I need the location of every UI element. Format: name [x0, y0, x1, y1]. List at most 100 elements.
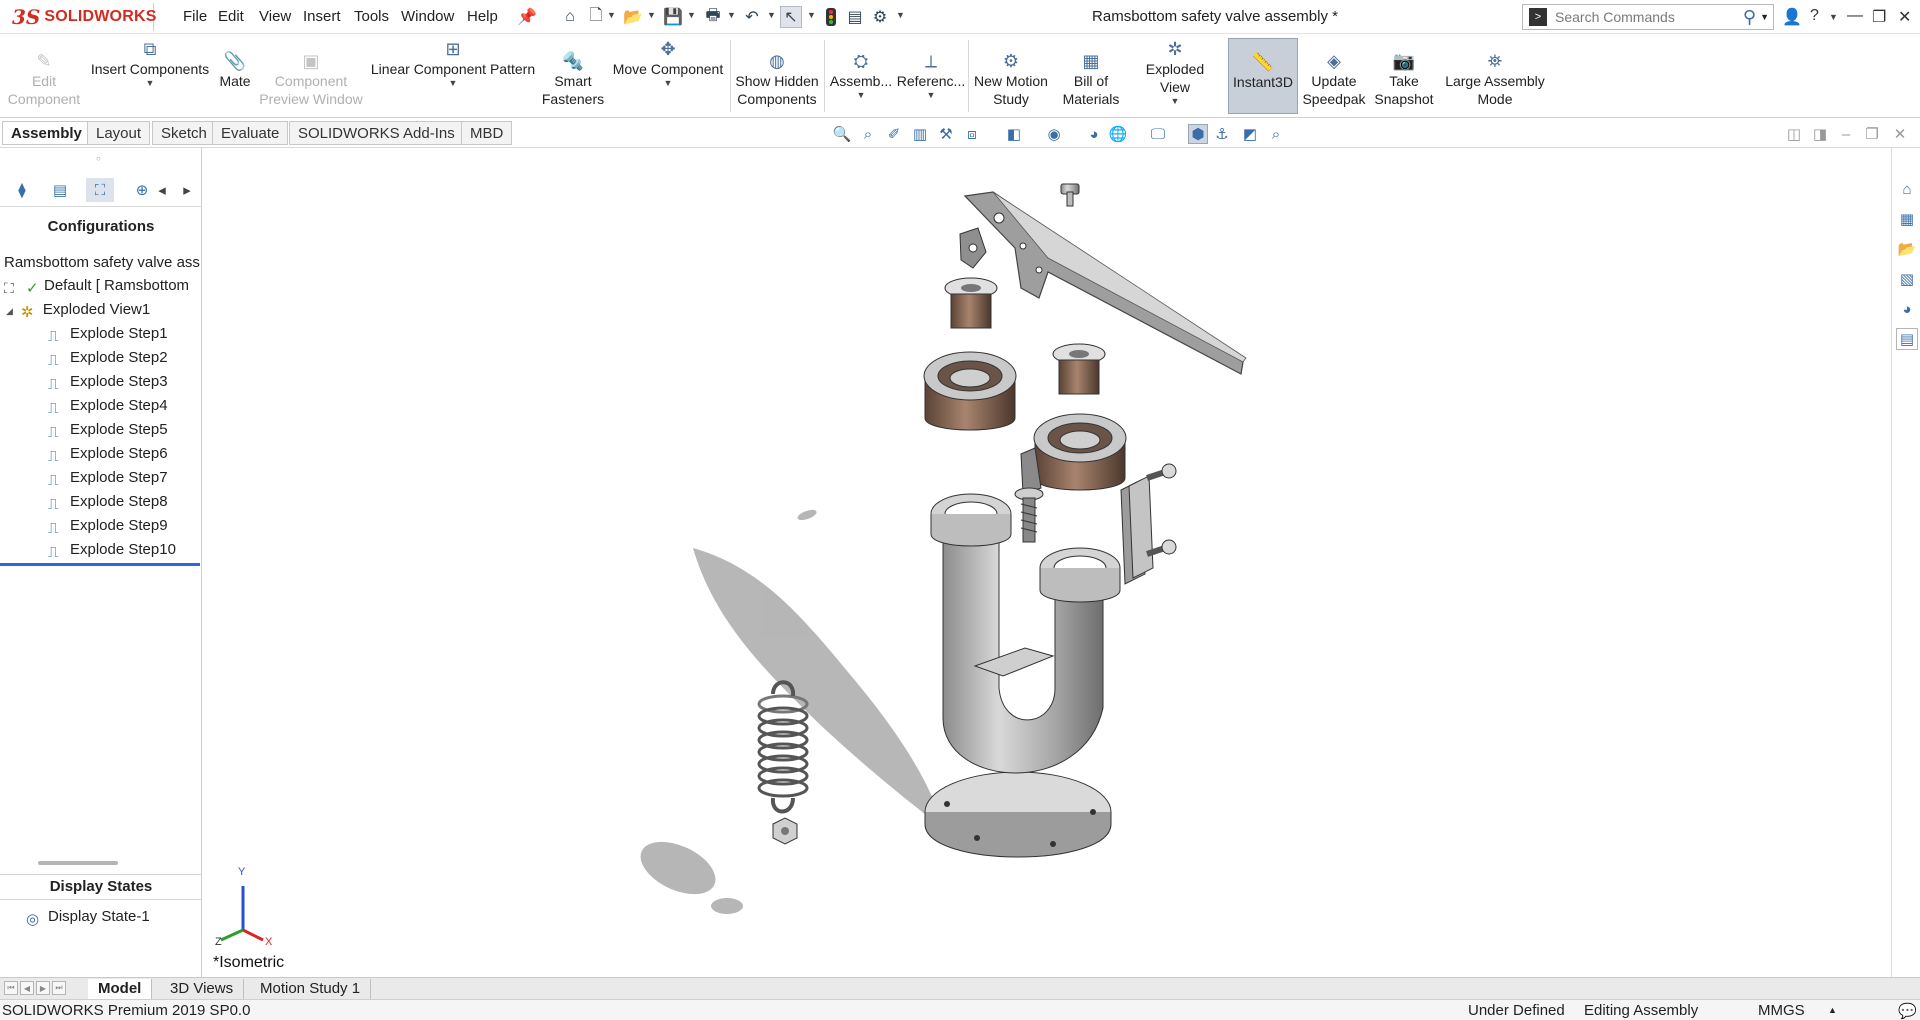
configuration-manager-tab-icon[interactable]: ⛶	[86, 178, 114, 202]
save-icon[interactable]: 💾	[662, 6, 684, 28]
insert-components-dropdown-icon[interactable]: ▼	[146, 78, 155, 88]
tab-layout[interactable]: Layout	[87, 121, 151, 145]
restore-window-icon[interactable]: ❐	[1872, 7, 1886, 27]
fulcrum-bracket[interactable]	[959, 227, 987, 269]
exploded-view-dropdown-icon[interactable]: ▼	[1171, 96, 1180, 106]
view-settings-icon[interactable]: 🖵	[1148, 124, 1168, 144]
valve-bushing-left[interactable]	[944, 277, 998, 329]
panel-horizontal-scrollbar[interactable]	[38, 861, 118, 865]
units-dropdown-icon[interactable]: ▲	[1828, 1005, 1837, 1015]
new-motion-study-button[interactable]: ⚙ New Motion Study	[972, 34, 1050, 118]
tab-sketch[interactable]: Sketch	[152, 121, 216, 145]
save-dropdown-icon[interactable]: ▼	[687, 10, 696, 20]
menu-file[interactable]: File	[183, 8, 207, 25]
shadows-icon[interactable]: ⚓	[1212, 124, 1232, 144]
linear-pattern-dropdown-icon[interactable]: ▼	[449, 78, 458, 88]
open-folder-icon[interactable]: 📂	[622, 6, 644, 28]
next-tab-arrow-icon[interactable]: ▶	[36, 981, 50, 995]
move-component-button[interactable]: ✥ Move Component ▼	[608, 34, 728, 118]
insert-components-button[interactable]: ⧉ Insert Components ▼	[88, 34, 212, 118]
tree-item-exploded-view[interactable]: ◢ ✲ Exploded View1	[6, 301, 202, 319]
file-explorer-icon[interactable]: 📂	[1896, 238, 1918, 260]
link-bolt-top[interactable]	[1146, 463, 1177, 481]
undo-icon[interactable]: ↶	[741, 6, 763, 28]
tree-item-default-config[interactable]: ⛶ ✓ Default [ Ramsbottom	[4, 277, 200, 296]
menu-insert[interactable]: Insert	[303, 8, 341, 25]
exploded-assembly-model[interactable]	[203, 148, 1891, 977]
assembly-features-button[interactable]: ⛭ Assemb... ▼	[828, 34, 894, 118]
feature-manager-tab-icon[interactable]: ⧫	[8, 178, 36, 202]
viewport-restore-icon[interactable]: ❐	[1862, 124, 1882, 144]
appearances-scenes-icon[interactable]: ◕	[1896, 298, 1918, 320]
valve-body[interactable]	[924, 493, 1121, 858]
update-speedpak-button[interactable]: ◈ Update Speedpak	[1302, 34, 1366, 118]
solidworks-resources-home-icon[interactable]: ⌂	[1896, 178, 1918, 200]
dynamic-annotation-icon[interactable]: ⚒	[936, 124, 956, 144]
explode-step-item[interactable]: ⎍ Explode Step8	[48, 493, 168, 512]
explode-step-item[interactable]: ⎍ Explode Step7	[48, 469, 168, 488]
linear-component-pattern-button[interactable]: ⊞ Linear Component Pattern ▼	[368, 34, 538, 118]
help-icon[interactable]: ?	[1810, 7, 1819, 25]
panel-handle-icon[interactable]: ○	[96, 154, 101, 163]
collapse-arrow-icon[interactable]: ◢	[6, 306, 13, 316]
tab-mbd[interactable]: MBD	[461, 121, 513, 145]
search-icon[interactable]: ⚲	[1743, 7, 1756, 28]
explode-step-item[interactable]: ⎍ Explode Step6	[48, 445, 168, 464]
component-preview-window-button[interactable]: ▣ Component Preview Window	[258, 34, 364, 118]
edit-component-button[interactable]: ✎ Edit Component	[4, 34, 84, 118]
explode-step-item[interactable]: ⎍ Explode Step1	[48, 325, 168, 344]
explode-step-item[interactable]: ⎍ Explode Step3	[48, 373, 168, 392]
hex-nut[interactable]	[772, 817, 798, 845]
menu-help[interactable]: Help	[467, 8, 498, 25]
viewport-close-icon[interactable]: ✕	[1890, 124, 1910, 144]
previous-view-icon[interactable]: ✐	[884, 124, 904, 144]
perspective-icon[interactable]: ⌕	[1266, 124, 1286, 144]
assembly-features-dropdown-icon[interactable]: ▼	[857, 90, 866, 100]
new-document-icon[interactable]: 🗋	[585, 6, 607, 28]
new-dropdown-icon[interactable]: ▼	[607, 10, 616, 20]
bill-of-materials-button[interactable]: ▦ Bill of Materials	[1054, 34, 1128, 118]
take-snapshot-button[interactable]: 📷 Take Snapshot	[1372, 34, 1436, 118]
options-gear-icon[interactable]: ⚙	[869, 6, 891, 28]
viewport-minimize-icon[interactable]: –	[1836, 124, 1856, 144]
reference-geometry-button[interactable]: ⟂ Referenc... ▼	[896, 34, 966, 118]
tree-root-assembly[interactable]: Ramsbottom safety valve asse	[4, 254, 200, 271]
view-palette-icon[interactable]: ▧	[1896, 268, 1918, 290]
home-icon[interactable]: ⌂	[559, 6, 581, 28]
smart-fasteners-button[interactable]: 🔩 Smart Fasteners	[540, 34, 606, 118]
menu-view[interactable]: View	[259, 8, 291, 25]
large-assembly-mode-button[interactable]: ⛯ Large Assembly Mode	[1440, 34, 1550, 118]
first-tab-arrow-icon[interactable]: ⏮	[4, 981, 18, 995]
undo-dropdown-icon[interactable]: ▼	[767, 10, 776, 20]
help-dropdown-icon[interactable]: ▼	[1829, 12, 1838, 22]
zoom-to-fit-icon[interactable]: 🔍	[832, 124, 852, 144]
link-plates[interactable]	[1120, 475, 1154, 585]
graphics-area[interactable]: Y X Z *Isometric	[203, 148, 1891, 977]
viewport-tile-right-icon[interactable]: ◨	[1810, 124, 1830, 144]
explode-step-item[interactable]: ⎍ Explode Step5	[48, 421, 168, 440]
menu-window[interactable]: Window	[401, 8, 454, 25]
lever-pin[interactable]	[1060, 183, 1080, 207]
exploded-view-button[interactable]: ✲ Exploded View ▼	[1130, 34, 1220, 118]
pin-menu-icon[interactable]: 📌	[516, 6, 538, 28]
explode-step-item[interactable]: ⎍ Explode Step4	[48, 397, 168, 416]
prev-tab-arrow-icon[interactable]: ◀	[20, 981, 34, 995]
apply-scene-icon[interactable]: 🌐	[1108, 124, 1128, 144]
property-manager-tab-icon[interactable]: ▤	[46, 178, 74, 202]
section-view-icon[interactable]: ▥	[910, 124, 930, 144]
search-input[interactable]: Search Commands	[1555, 9, 1743, 25]
search-dropdown-icon[interactable]: ▼	[1760, 12, 1769, 22]
dimxpert-tab-icon[interactable]: ⊕	[128, 178, 156, 202]
close-window-icon[interactable]: ✕	[1898, 7, 1911, 27]
tab-model[interactable]: Model	[88, 979, 153, 999]
search-commands-field[interactable]: > Search Commands ⚲ ▼	[1522, 4, 1774, 30]
open-dropdown-icon[interactable]: ▼	[647, 10, 656, 20]
tab-3d-views[interactable]: 3D Views	[160, 979, 245, 999]
viewport-tile-left-icon[interactable]: ◫	[1784, 124, 1804, 144]
hide-show-items-icon[interactable]: ◉	[1044, 124, 1064, 144]
mate-button[interactable]: 📎 Mate	[214, 34, 256, 118]
tab-evaluate[interactable]: Evaluate	[212, 121, 289, 145]
unit-system-selector[interactable]: MMGS	[1758, 1002, 1805, 1019]
chat-bubble-icon[interactable]: 💬	[1898, 1002, 1917, 1020]
menu-edit[interactable]: Edit	[218, 8, 244, 25]
